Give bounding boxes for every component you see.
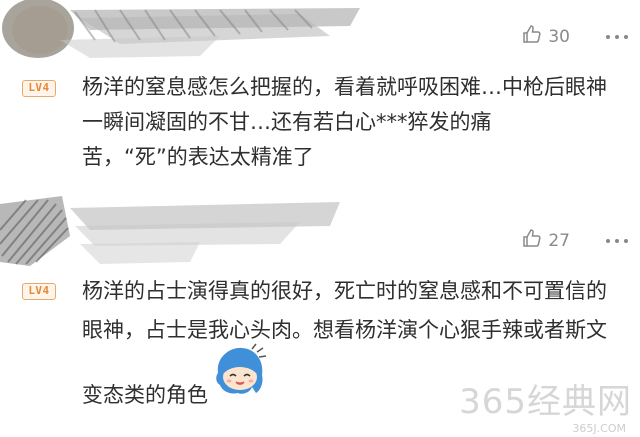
comment-line: 一瞬间凝固的不甘…还有若白心***猝发的痛	[82, 110, 492, 134]
comment-line: 眼神，占士是我心头肉。想看杨洋演个心狠手辣或者斯文	[82, 318, 607, 342]
comment-text: 杨洋的窒息感怎么把握的，看着就呼吸困难…中枪后眼神 一瞬间凝固的不甘…还有若白心…	[82, 70, 622, 175]
level-badge: LV4	[22, 283, 56, 300]
blue-hair-girl-sticker	[212, 343, 268, 403]
site-watermark-sub: 365J.COM	[572, 422, 626, 435]
like-button[interactable]: 30	[522, 24, 570, 49]
thumbs-up-icon	[522, 24, 542, 49]
comment-line: 苦，“死”的表达太精准了	[82, 145, 314, 169]
comment-meta-row: 27	[522, 228, 628, 253]
comment-meta-row: 30	[522, 24, 628, 49]
level-badge: LV4	[22, 80, 56, 97]
comment-list: 30 LV4 杨洋的窒息感怎么把握的，看着就呼吸困难…中枪后眼神 一瞬间凝固的不…	[0, 0, 640, 437]
thumbs-up-icon	[522, 228, 542, 253]
like-button[interactable]: 27	[522, 228, 570, 253]
comment-line: 杨洋的占士演得真的很好，死亡时的窒息感和不可置信的	[82, 279, 607, 303]
redacted-user-header	[0, 0, 380, 70]
like-count: 27	[548, 230, 570, 251]
more-dots-icon[interactable]	[606, 238, 628, 243]
site-watermark: 365经典网	[459, 382, 632, 422]
redacted-user-header	[0, 196, 360, 270]
like-count: 30	[548, 26, 570, 47]
comment-line: 杨洋的窒息感怎么把握的，看着就呼吸困难…中枪后眼神	[82, 75, 607, 99]
more-dots-icon[interactable]	[606, 34, 628, 39]
